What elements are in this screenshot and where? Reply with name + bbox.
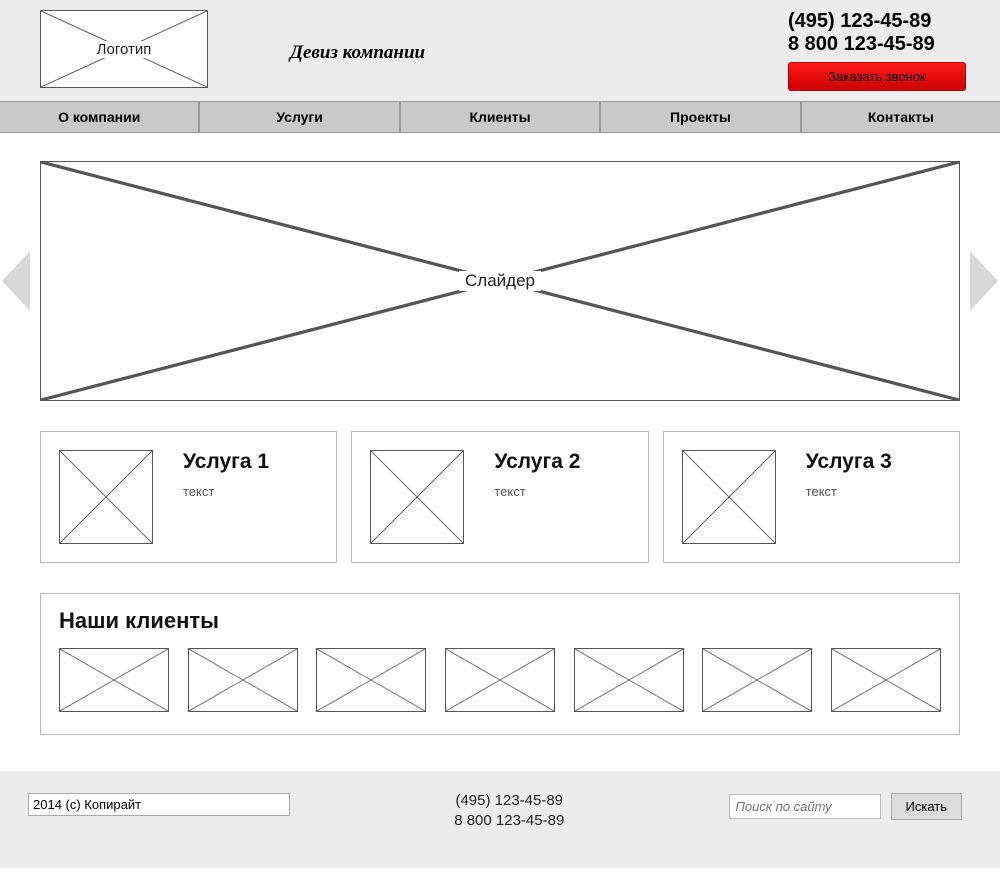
nav-contacts[interactable]: Контакты [801,102,1000,132]
service-text-3: текст [806,484,892,499]
service-title-3: Услуга 3 [806,450,892,474]
service-card-2[interactable]: Услуга 2 текст [351,431,648,563]
slider-placeholder[interactable]: Слайдер [40,161,960,401]
nav-clients[interactable]: Клиенты [400,102,600,132]
header: Логотип Девиз компании (495) 123-45-89 8… [0,0,1000,101]
phone-primary: (495) 123-45-89 [788,10,966,33]
service-text-1: текст [183,484,269,499]
service-card-1[interactable]: Услуга 1 текст [40,431,337,563]
slider-area: Слайдер [0,161,1000,401]
service-title-2: Услуга 2 [494,450,580,474]
footer-search: Искать [729,793,963,820]
service-body-1: Услуга 1 текст [183,450,269,544]
service-image-3 [682,450,776,544]
slider-prev-icon[interactable] [2,251,30,311]
clients-row [59,648,941,712]
nav-services[interactable]: Услуги [199,102,399,132]
client-logo-2[interactable] [188,648,298,712]
callback-button[interactable]: Заказать звонок [788,62,966,91]
client-logo-5[interactable] [574,648,684,712]
services-row: Услуга 1 текст Услуга 2 текст Услуга 3 т… [40,431,960,563]
client-logo-3[interactable] [316,648,426,712]
clients-title: Наши клиенты [59,608,941,634]
footer-phone-1: (495) 123-45-89 [290,791,729,811]
nav-about[interactable]: О компании [0,102,199,132]
header-contacts: (495) 123-45-89 8 800 123-45-89 Заказать… [788,10,966,91]
client-logo-4[interactable] [445,648,555,712]
clients-block: Наши клиенты [40,593,960,735]
search-button[interactable]: Искать [891,793,963,820]
service-body-3: Услуга 3 текст [806,450,892,544]
client-logo-7[interactable] [831,648,941,712]
footer-phones: (495) 123-45-89 8 800 123-45-89 [290,791,729,832]
nav-projects[interactable]: Проекты [600,102,800,132]
client-logo-1[interactable] [59,648,169,712]
phone-secondary: 8 800 123-45-89 [788,33,966,56]
search-input[interactable] [729,794,881,819]
logo-label: Логотип [91,41,158,58]
footer: (495) 123-45-89 8 800 123-45-89 Искать [0,771,1000,868]
copyright-input[interactable] [28,793,290,816]
slogan: Девиз компании [290,42,425,64]
logo-placeholder[interactable]: Логотип [40,10,208,88]
service-image-2 [370,450,464,544]
client-logo-6[interactable] [702,648,812,712]
slider-next-icon[interactable] [970,251,998,311]
slider-label: Слайдер [459,271,541,291]
service-body-2: Услуга 2 текст [494,450,580,544]
service-image-1 [59,450,153,544]
footer-phone-2: 8 800 123-45-89 [290,811,729,831]
main-nav: О компании Услуги Клиенты Проекты Контак… [0,101,1000,133]
service-text-2: текст [494,484,580,499]
service-title-1: Услуга 1 [183,450,269,474]
service-card-3[interactable]: Услуга 3 текст [663,431,960,563]
